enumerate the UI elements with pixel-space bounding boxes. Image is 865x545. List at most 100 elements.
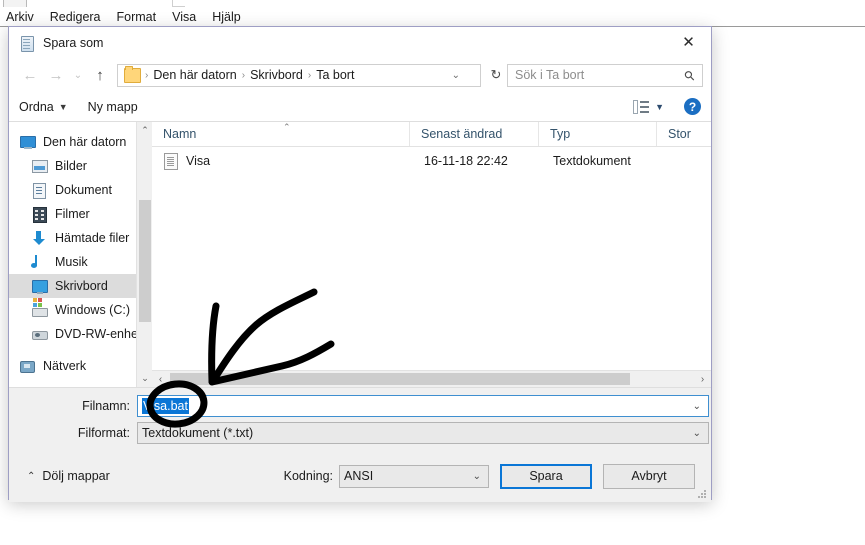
sidebar-scrollbar[interactable]: ⌃ ⌄ <box>136 122 152 387</box>
breadcrumb-sep-1: › <box>241 69 246 81</box>
menu-item-hjalp[interactable]: Hjälp <box>212 10 241 24</box>
column-header-senast-andrad[interactable]: Senast ändrad <box>410 122 539 146</box>
sidebar-item-bilder[interactable]: Bilder <box>9 154 152 178</box>
forward-icon[interactable]: → <box>43 62 69 88</box>
column-headers: Namn Senast ändrad Typ Stor ⌃ <box>152 122 711 147</box>
scroll-up-icon[interactable]: ⌃ <box>137 122 152 139</box>
chevron-down-icon[interactable]: ⌄ <box>693 428 701 439</box>
videos-icon <box>31 206 48 223</box>
breadcrumb-sep-2: › <box>307 69 312 81</box>
file-list[interactable]: Namn Senast ändrad Typ Stor ⌃ Visa 16-11… <box>152 122 711 387</box>
up-icon[interactable]: ↑ <box>87 62 113 88</box>
filename-value: Visa.bat <box>142 398 189 414</box>
search-icon: ⚲ <box>681 66 699 84</box>
breadcrumb-sep-0: › <box>145 69 149 81</box>
scroll-right-icon[interactable]: › <box>694 371 711 387</box>
chevron-down-icon[interactable]: ⌄ <box>473 471 481 482</box>
sidebar-item-label: Skrivbord <box>55 279 108 293</box>
recent-locations-icon[interactable]: ⌄ <box>69 62 87 88</box>
filetype-label: Filformat: <box>77 426 130 440</box>
table-row[interactable]: Visa 16-11-18 22:42 Textdokument <box>152 147 711 175</box>
menu-item-redigera[interactable]: Redigera <box>50 10 101 24</box>
close-icon[interactable]: ✕ <box>666 27 711 58</box>
search-placeholder: Sök i Ta bort <box>515 68 585 82</box>
sidebar-item-den-har-datorn[interactable]: Den här datorn <box>9 130 152 154</box>
hscrollbar-thumb[interactable] <box>170 373 630 385</box>
sidebar-item-windows-c[interactable]: Windows (C:) <box>9 298 152 322</box>
notepad-icon <box>19 35 35 52</box>
back-icon[interactable]: ← <box>17 62 43 88</box>
scroll-left-icon[interactable]: ‹ <box>152 371 169 387</box>
folder-icon <box>124 65 141 83</box>
network-icon <box>19 359 36 374</box>
cell-type: Textdokument <box>553 154 631 168</box>
new-folder-button[interactable]: Ny mapp <box>88 100 138 114</box>
view-mode-icon[interactable] <box>633 99 650 114</box>
notepad-menubar: Arkiv Redigera Format Visa Hjälp <box>0 7 865 26</box>
address-bar[interactable]: › Den här datorn › Skrivbord › Ta bort ⌄ <box>117 63 481 87</box>
filename-row: Filnamn: Visa.bat ⌄ <box>9 394 711 418</box>
window-fragment-right <box>172 0 185 7</box>
sidebar-item-label: Dokument <box>55 183 112 197</box>
encoding-label: Kodning: <box>283 469 333 483</box>
column-header-storlek[interactable]: Stor <box>657 122 697 146</box>
drive-icon <box>31 302 48 318</box>
pictures-icon <box>31 159 48 174</box>
chevron-down-icon: ▼ <box>58 101 68 112</box>
filename-label: Filnamn: <box>82 399 130 413</box>
menu-item-format[interactable]: Format <box>117 10 157 24</box>
sidebar-item-musik[interactable]: Musik <box>9 250 152 274</box>
dialog-titlebar: Spara som ✕ <box>9 27 711 58</box>
filetype-row: Filformat: Textdokument (*.txt) ⌄ <box>9 421 711 445</box>
dialog-footer: ⌃ Dölj mappar Kodning: ANSI ⌄ Spara Avbr… <box>9 450 711 502</box>
search-input[interactable]: Sök i Ta bort ⚲ <box>507 63 703 87</box>
screen: Arkiv Redigera Format Visa Hjälp Spara s… <box>0 0 865 545</box>
scrollbar-thumb[interactable] <box>139 200 151 322</box>
toolbar-right-group: ▼ ? <box>633 98 701 115</box>
sidebar-item-label: Windows (C:) <box>55 303 131 317</box>
sidebar-item-label: Den här datorn <box>43 135 127 149</box>
sidebar-item-dokument[interactable]: Dokument <box>9 178 152 202</box>
dialog-title: Spara som <box>43 35 104 50</box>
chevron-down-icon[interactable]: ⌄ <box>693 401 701 412</box>
sidebar-item-label: Nätverk <box>43 359 87 373</box>
help-icon[interactable]: ? <box>684 98 701 115</box>
encoding-select[interactable]: ANSI ⌄ <box>339 464 489 488</box>
filename-input[interactable]: Visa.bat ⌄ <box>137 395 709 417</box>
file-form: Filnamn: Visa.bat ⌄ Filformat: Textdokum… <box>9 388 711 450</box>
sidebar-item-label: Filmer <box>55 207 90 221</box>
sidebar-item-filmer[interactable]: Filmer <box>9 202 152 226</box>
chevron-up-icon: ⌃ <box>27 470 36 482</box>
breadcrumb-item-0[interactable]: Den här datorn <box>150 68 239 82</box>
desktop-icon <box>31 279 48 294</box>
dialog-body: Den här datorn Bilder Dokument Filmer Hä… <box>9 122 711 388</box>
column-header-namn[interactable]: Namn <box>152 122 410 146</box>
hide-folders-button[interactable]: ⌃ Dölj mappar <box>27 469 110 483</box>
sidebar-item-skrivbord[interactable]: Skrivbord <box>9 274 152 298</box>
resize-grip[interactable] <box>698 490 707 499</box>
horizontal-scrollbar[interactable]: ‹ › <box>152 370 711 387</box>
menu-item-visa[interactable]: Visa <box>172 10 196 24</box>
scroll-down-icon[interactable]: ⌄ <box>137 370 152 387</box>
cancel-button[interactable]: Avbryt <box>603 463 695 489</box>
sidebar-item-label: Hämtade filer <box>55 231 130 245</box>
chevron-down-icon[interactable]: ⌄ <box>452 65 460 86</box>
sidebar-item-dvd-rw-enhet[interactable]: DVD-RW-enhet ( <box>9 322 152 346</box>
menu-item-arkiv[interactable]: Arkiv <box>6 10 34 24</box>
filetype-select[interactable]: Textdokument (*.txt) ⌄ <box>137 422 709 444</box>
computer-icon <box>19 135 36 150</box>
navigation-bar: ← → ⌄ ↑ › Den här datorn › Skrivbord › T… <box>9 58 711 92</box>
save-button[interactable]: Spara <box>500 463 592 489</box>
documents-icon <box>31 182 48 199</box>
sidebar-item-label: Bilder <box>55 159 87 173</box>
sidebar-item-natverk[interactable]: Nätverk <box>9 354 152 378</box>
column-header-typ[interactable]: Typ <box>539 122 657 146</box>
organize-button[interactable]: Ordna ▼ <box>19 100 68 114</box>
refresh-icon[interactable]: ↻ <box>485 64 507 87</box>
chevron-down-icon[interactable]: ▼ <box>655 102 664 112</box>
breadcrumb-item-2[interactable]: Ta bort <box>313 68 357 82</box>
sidebar-item-hamtade-filer[interactable]: Hämtade filer <box>9 226 152 250</box>
hide-folders-label: Dölj mappar <box>42 469 110 483</box>
breadcrumb-item-1[interactable]: Skrivbord <box>247 68 306 82</box>
dvd-icon <box>31 327 48 342</box>
